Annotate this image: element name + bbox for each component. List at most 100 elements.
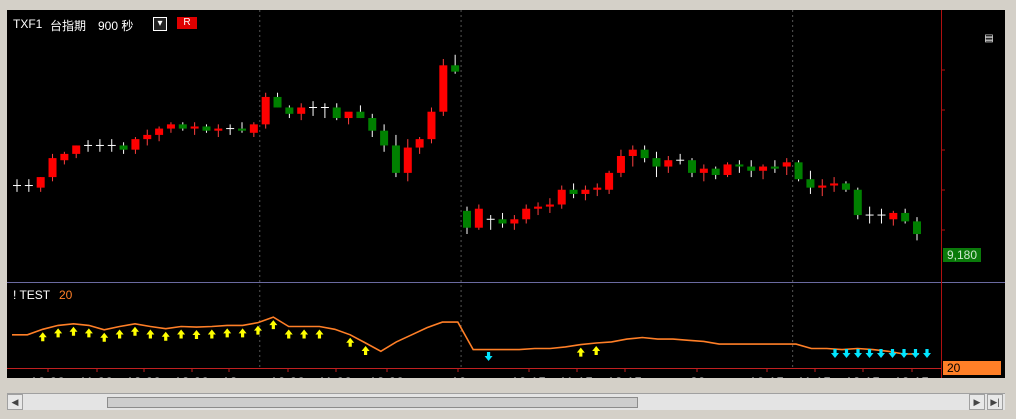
- candle-body: [166, 124, 175, 129]
- candle-body: [794, 162, 803, 180]
- time-axis-label: 12:00: [126, 374, 161, 378]
- candle-body: [534, 206, 543, 209]
- candle-body: [735, 164, 744, 167]
- buy-signal-arrow: [238, 328, 247, 338]
- candle-body: [510, 219, 519, 224]
- candle-body: [628, 149, 637, 156]
- candle-body: [249, 124, 258, 133]
- time-axis-label: 10:15: [749, 374, 784, 378]
- candle-body: [605, 172, 614, 190]
- buy-signal-arrow: [346, 337, 355, 347]
- candle-body: [202, 126, 211, 131]
- candle-body: [36, 177, 45, 188]
- interval-label: 900 秒: [98, 19, 134, 33]
- candle-body: [285, 107, 294, 114]
- buy-signal-arrow: [115, 329, 124, 339]
- buy-signal-arrow: [253, 325, 262, 335]
- candle-body: [356, 111, 365, 119]
- candle-body: [889, 212, 898, 220]
- candle-body: [72, 145, 81, 154]
- candle-body: [545, 204, 554, 207]
- candle-body: [616, 156, 625, 173]
- sell-signal-arrow: [831, 349, 839, 358]
- candle-body: [747, 166, 756, 171]
- buy-signal-arrow: [284, 329, 293, 339]
- sell-signal-arrow: [911, 349, 920, 358]
- sell-signal-arrow: [484, 352, 493, 361]
- candle-body: [415, 139, 424, 148]
- buy-signal-arrow: [300, 329, 309, 339]
- candle-body: [853, 189, 862, 216]
- candle-body: [178, 124, 187, 129]
- candle-body: [806, 179, 815, 188]
- candle-body: [60, 153, 69, 161]
- time-axis-label: 13:15: [894, 374, 929, 378]
- candle-body: [261, 96, 270, 125]
- candle-body: [391, 145, 400, 173]
- time-axis-label: 18: [222, 374, 238, 378]
- time-axis-label: 10:00: [270, 374, 305, 378]
- candle-body: [830, 183, 839, 186]
- candle-body: [759, 166, 768, 171]
- candle-body: [688, 160, 696, 173]
- time-axis-label: 12:15: [845, 374, 880, 378]
- time-axis-label: 11:15: [559, 374, 593, 378]
- buy-signal-arrow: [592, 346, 601, 355]
- candle-body: [913, 221, 921, 235]
- realtime-badge[interactable]: R: [177, 17, 197, 29]
- buy-signal-arrow: [315, 329, 324, 339]
- candle-body: [439, 65, 448, 112]
- candle-body: [368, 118, 377, 131]
- chart-svg[interactable]: [7, 10, 1005, 378]
- time-axis-label: 13:00: [174, 374, 209, 378]
- buy-signal-arrow: [146, 329, 155, 339]
- chart-window: TXF1 台指期 900 秒 ▾ R ▤ ! TEST 20 9,180 20 …: [0, 0, 1016, 419]
- candle-body: [403, 147, 412, 173]
- candle-body: [664, 160, 673, 167]
- candle-body: [131, 139, 140, 150]
- horizontal-scrollbar[interactable]: ◀ ▶ ▶|: [7, 393, 1005, 410]
- candle-body: [155, 128, 164, 135]
- scroll-thumb[interactable]: [107, 397, 638, 408]
- candle-body: [782, 162, 791, 167]
- candle-body: [711, 168, 720, 175]
- candle-body: [569, 189, 578, 194]
- candle-body: [297, 107, 306, 114]
- scroll-left-icon[interactable]: ◀: [7, 394, 23, 410]
- time-axis-label: 12:00: [369, 374, 404, 378]
- candle-body: [380, 130, 389, 146]
- candle-body: [238, 128, 246, 131]
- scroll-step-icon[interactable]: ▶: [969, 394, 985, 410]
- candle-body: [332, 107, 341, 119]
- candle-body: [190, 126, 199, 129]
- buy-signal-arrow: [69, 326, 78, 336]
- time-axis-label: 19: [451, 374, 467, 378]
- buy-signal-arrow: [100, 332, 109, 342]
- candle-body: [818, 185, 827, 188]
- chevron-down-icon[interactable]: ▾: [153, 17, 167, 31]
- candle-body: [143, 134, 152, 140]
- buy-signal-arrow: [361, 346, 370, 355]
- candle-body: [498, 219, 507, 224]
- instrument-name: 台指期: [50, 19, 87, 33]
- price-scale-line: [941, 10, 942, 378]
- candle-body: [214, 128, 223, 131]
- indicator-badge: 20: [943, 361, 1001, 375]
- sell-signal-arrow: [842, 349, 851, 358]
- buy-signal-arrow: [192, 330, 201, 340]
- sell-signal-arrow: [854, 349, 862, 358]
- panel-menu-icon[interactable]: ▤: [982, 32, 996, 46]
- candle-body: [640, 149, 649, 159]
- candle-body: [557, 189, 566, 205]
- candle-body: [427, 111, 436, 140]
- candle-body: [451, 65, 460, 72]
- candle-body: [463, 210, 471, 228]
- scroll-right-icon[interactable]: ▶|: [987, 394, 1003, 410]
- pane-separator: [7, 282, 1005, 283]
- chart-plot-area[interactable]: TXF1 台指期 900 秒 ▾ R ▤ ! TEST 20 9,180 20 …: [7, 10, 1005, 378]
- candle-body: [699, 168, 708, 173]
- sell-signal-arrow: [888, 349, 897, 358]
- buy-signal-arrow: [38, 332, 47, 342]
- time-axis-label: 10:00: [30, 374, 65, 378]
- candle-body: [841, 183, 850, 190]
